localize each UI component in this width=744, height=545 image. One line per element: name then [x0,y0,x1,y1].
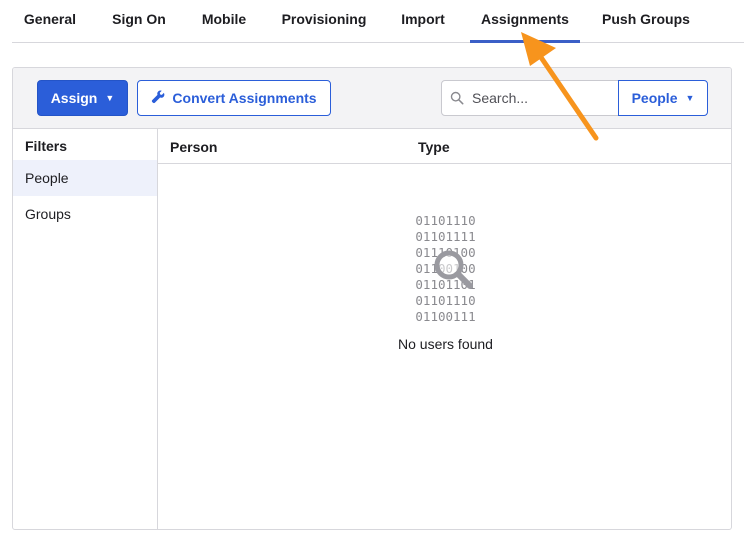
empty-state-illustration: 0110111001101111011101000110010001101101… [415,213,475,325]
search-input[interactable] [472,90,612,106]
search-scope-select[interactable]: People ▼ [618,80,708,116]
magnifier-icon [434,250,474,289]
tab-general[interactable]: General [12,0,88,43]
assignments-panel: Assign ▼ Convert Assignments People ▼ [12,67,732,530]
wrench-icon [151,90,165,107]
tab-sign-on[interactable]: Sign On [100,0,178,43]
column-header-type[interactable]: Type [418,139,450,155]
filters-title: Filters [25,138,68,154]
tab-provisioning[interactable]: Provisioning [270,0,378,43]
search-scope-value: People [631,90,678,106]
tab-mobile[interactable]: Mobile [190,0,258,43]
tab-import[interactable]: Import [390,0,456,43]
convert-assignments-label: Convert Assignments [172,90,317,106]
search-icon [442,91,472,105]
empty-state: 0110111001101111011101000110010001101101… [158,213,731,352]
filter-item-groups[interactable]: Groups [13,196,157,232]
assign-button[interactable]: Assign ▼ [37,80,128,116]
column-header-person[interactable]: Person [170,139,217,155]
tab-bar: General Sign On Mobile Provisioning Impo… [12,0,744,43]
assign-button-label: Assign [50,90,98,106]
tab-push-groups[interactable]: Push Groups [594,0,698,43]
toolbar: Assign ▼ Convert Assignments People ▼ [13,68,731,129]
search-box [441,80,619,116]
filter-item-people[interactable]: People [13,160,157,196]
assignments-table: Person Type 0110111001101111011101000110… [158,129,731,529]
table-header: Person Type [158,129,731,164]
empty-state-message: No users found [398,336,493,352]
filters-sidebar: Filters People Groups [13,129,158,529]
tab-assignments[interactable]: Assignments [470,0,580,43]
caret-down-icon: ▼ [685,93,695,103]
convert-assignments-button[interactable]: Convert Assignments [137,80,331,116]
caret-down-icon: ▼ [105,93,115,103]
